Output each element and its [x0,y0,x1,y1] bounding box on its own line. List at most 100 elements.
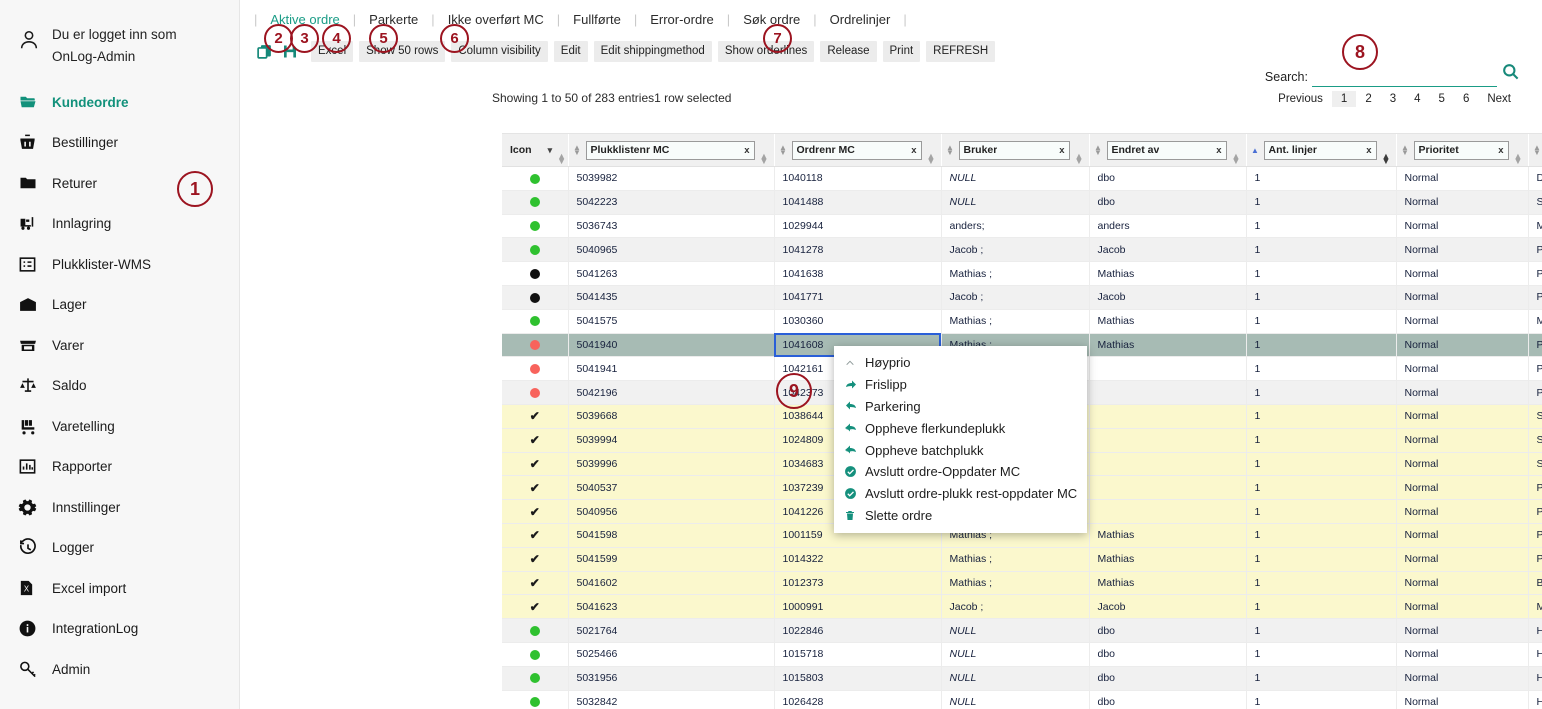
context-menu-item[interactable]: Oppheve batchplukk [834,439,1087,461]
cell-ant-linjer[interactable]: 1 [1246,690,1397,709]
cell-endret-av[interactable]: Jacob [1089,285,1247,310]
clear-filter-icon[interactable]: x [741,145,749,156]
copy-icon[interactable] [255,42,274,61]
sidebar-item-logger[interactable]: Logger [0,528,239,569]
sidebar-item-admin[interactable]: Admin [0,649,239,690]
cell-endret-av[interactable]: Jacob [1089,594,1247,620]
sort-toggle-icon[interactable]: ▲ ▼ [556,152,567,166]
sort-indicator-icon[interactable]: ▲ ▼ [1381,152,1392,166]
cell-prioritet[interactable]: Normal [1396,309,1529,334]
release-button[interactable]: Release [820,40,877,62]
cell-levering-betingelser[interactable]: Privat_Under20kg_MypackHome [1528,499,1542,524]
cell-ordrenr-mc[interactable]: +1026428 [774,690,942,709]
edit-shippingmethod-button[interactable]: Edit shippingmethod [593,40,712,62]
column-header-ant-linjer[interactable]: ▲ Ant. linjer x ▲ ▼ [1246,134,1397,167]
cell-ant-linjer[interactable]: 1 [1246,547,1397,572]
cell-plukklistenr-mc[interactable]: 5040956 [568,499,775,524]
cell-plukklistenr-mc[interactable]: 5040965 [568,237,775,263]
tab-parkerte[interactable]: Parkerte [356,12,431,27]
cell-plukklistenr-mc[interactable]: 5041435 [568,285,775,310]
context-menu-item[interactable]: Frislipp [834,374,1087,396]
cell-ordrenr-mc[interactable]: +1015718 [774,642,942,667]
cell-plukklistenr-mc[interactable]: 5021764 [568,618,775,643]
clear-filter-icon[interactable]: x [1213,145,1221,156]
table-row[interactable]: 5040965+1041278Jacob ;Jacob1NormalPrivat… [502,237,1542,263]
context-menu-item[interactable]: Oppheve flerkundeplukk [834,417,1087,439]
cell-prioritet[interactable]: Normal [1396,166,1529,191]
cell-plukklistenr-mc[interactable]: 5041575 [568,309,775,334]
cell-prioritet[interactable]: Normal [1396,428,1529,453]
table-row[interactable]: ✔ 5041623+1000991Jacob ;Jacob1NormalMonte… [502,594,1542,620]
cell-endret-av[interactable]: Mathias [1089,309,1247,334]
sidebar-item-bestillinger[interactable]: Bestillinger [0,123,239,164]
sort-toggle-icon[interactable]: ▲ ▼ [573,144,582,157]
cell-plukklistenr-mc[interactable]: 5039982 [568,166,775,191]
cell-ordrenr-mc[interactable]: +1015803 [774,666,942,691]
sidebar-item-plukklister-wms[interactable]: Plukklister-WMS [0,244,239,285]
sidebar-item-kundeordre[interactable]: Kundeordre [0,82,239,123]
cell-plukklistenr-mc[interactable]: 5039668 [568,404,775,429]
sidebar-item-varetelling[interactable]: Varetelling [0,406,239,447]
context-menu-item[interactable]: Høyprio [834,352,1087,374]
column-header-ordrenr-mc[interactable]: ▲ ▼ Ordrenr MC x ▲ ▼ [774,134,942,167]
cell-bruker[interactable]: Mathias ; [941,571,1090,596]
cell-ordrenr-mc[interactable]: +1041278 [774,237,942,263]
cell-endret-av[interactable]: Jacob [1089,237,1247,263]
sidebar-item-rapporter[interactable]: Rapporter [0,447,239,488]
column-filter-ant-linjer[interactable]: Ant. linjer x [1263,140,1377,160]
cell-ordrenr-mc[interactable]: +1029944 [774,214,942,239]
pagination-page-5[interactable]: 5 [1430,91,1454,107]
table-row[interactable]: ✔ 5041599+1014322Mathias ;Mathias1NormalP… [502,547,1542,572]
pagination-page-4[interactable]: 4 [1405,91,1429,107]
cell-bruker[interactable]: Mathias ; [941,547,1090,572]
cell-endret-av[interactable] [1089,499,1247,524]
cell-ant-linjer[interactable]: 1 [1246,285,1397,310]
column-filter-endret-av[interactable]: Endret av x [1106,140,1227,160]
column-filter-prioritet[interactable]: Prioritet x [1413,140,1509,160]
tab-error-ordre[interactable]: Error-ordre [637,12,727,27]
sort-indicator-icon[interactable]: ▲ ▼ [1074,152,1085,166]
cell-prioritet[interactable]: Normal [1396,214,1529,239]
cell-ant-linjer[interactable]: 1 [1246,309,1397,334]
tab-ordrelinjer[interactable]: Ordrelinjer [817,12,904,27]
cell-bruker[interactable]: Jacob ; [941,237,1090,263]
cell-ordrenr-mc[interactable]: +1041771 [774,285,942,310]
row-context-menu[interactable]: Høyprio Frislipp Parkering Oppheve flerkund… [834,346,1087,534]
cell-prioritet[interactable]: Normal [1396,547,1529,572]
cell-endret-av[interactable] [1089,404,1247,429]
cell-prioritet[interactable]: Normal [1396,666,1529,691]
refresh-button[interactable]: REFRESH [926,40,996,62]
clear-filter-icon[interactable]: x [908,145,916,156]
cell-plukklistenr-mc[interactable]: 5040537 [568,475,775,501]
search-input[interactable] [1312,66,1497,87]
table-row[interactable]: 5042223+1041488NULLdbo1NormalSolgt i Vej… [502,190,1542,215]
cell-endret-av[interactable] [1089,452,1247,477]
cell-levering-betingelser[interactable]: Privat_Under20kg_MypackHome_FLEX [1528,261,1542,286]
tab-aktive-ordre[interactable]: Aktive ordre [257,12,352,27]
cell-plukklistenr-mc[interactable]: 5032842 [568,690,775,709]
cell-ant-linjer[interactable]: 1 [1246,594,1397,620]
save-icon[interactable] [280,42,299,61]
cell-endret-av[interactable]: Mathias [1089,333,1247,358]
cell-levering-betingelser[interactable]: Hentes [1528,642,1542,667]
show-50-rows-button[interactable]: Show 50 rows [359,40,446,62]
cell-endret-av[interactable]: dbo [1089,166,1247,191]
sidebar-item-innlagring[interactable]: Innlagring [0,204,239,245]
cell-endret-av[interactable]: dbo [1089,690,1247,709]
sidebar-item-integrationlog[interactable]: IntegrationLog [0,609,239,650]
cell-endret-av[interactable]: dbo [1089,190,1247,215]
pagination-page-1[interactable]: 1 [1331,91,1357,107]
cell-bruker[interactable]: NULL [941,642,1090,667]
context-menu-item[interactable]: Avslutt ordre-Oppdater MC [834,461,1087,483]
show-orderlines-button[interactable]: Show orderlines [717,40,815,62]
cell-levering-betingelser[interactable]: Privat_Under20kg_MypackHome [1528,356,1542,382]
cell-levering-betingelser[interactable]: Privat_Under20kg_MypackHome_FLEX [1528,237,1542,263]
table-row[interactable]: 5041575+1030360Mathias ;Mathias1NormalMo… [502,309,1542,334]
sort-toggle-icon[interactable]: ▲ ▼ [1094,144,1103,157]
excel-button[interactable]: Excel [311,40,354,62]
cell-ant-linjer[interactable]: 1 [1246,571,1397,596]
cell-ant-linjer[interactable]: 1 [1246,523,1397,548]
table-row[interactable]: 5021764+1022846NULLdbo1NormalHentes30 [502,618,1542,643]
cell-ant-linjer[interactable]: 1 [1246,666,1397,691]
cell-ant-linjer[interactable]: 1 [1246,499,1397,524]
